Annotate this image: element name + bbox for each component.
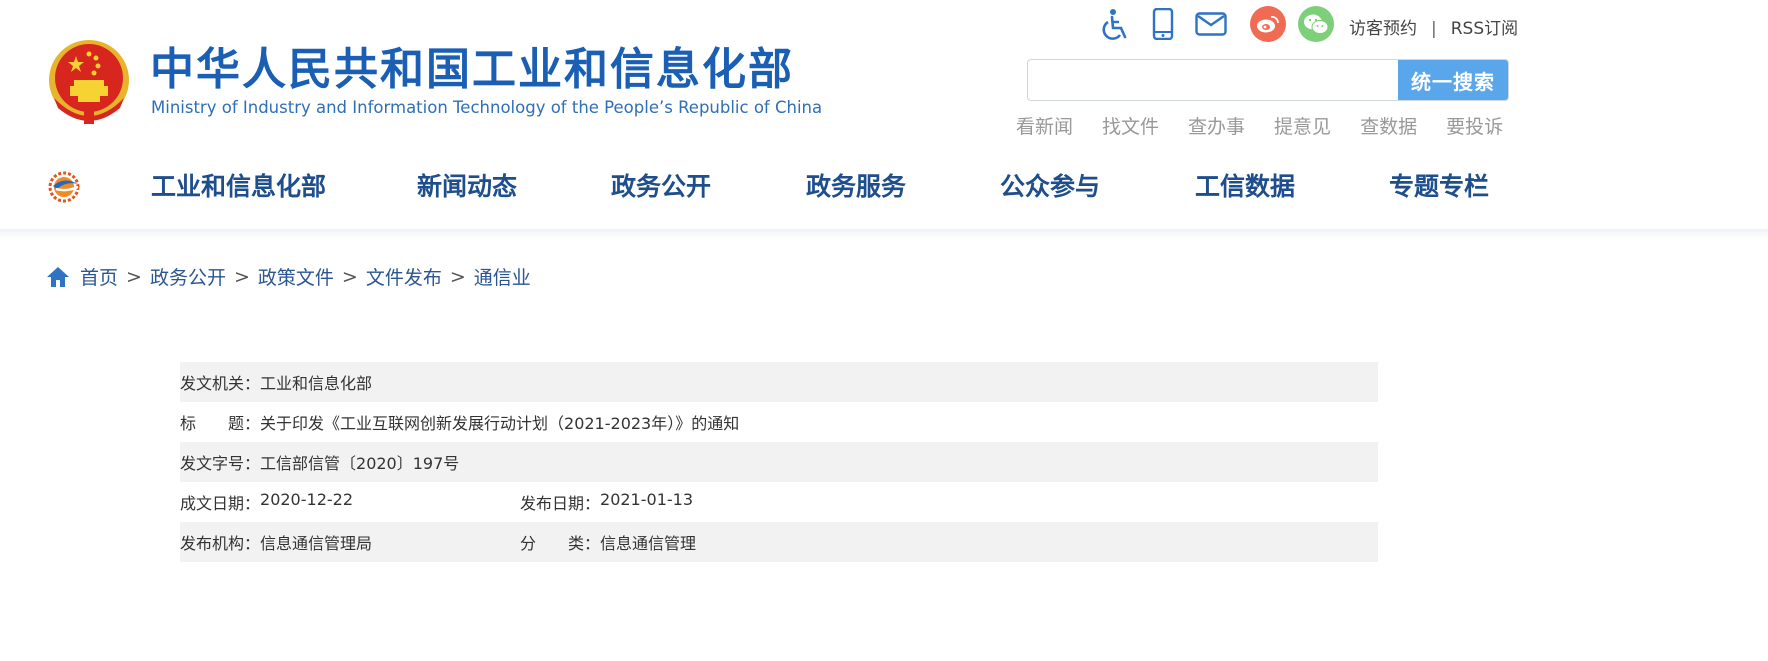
docno-label: 发文字号： bbox=[180, 454, 261, 473]
breadcrumb: 首页 > 政务公开 > 政策文件 > 文件发布 > 通信业 bbox=[46, 263, 531, 290]
title-value: 关于印发《工业互联网创新发展行动计划（2021-2023年）》的通知 bbox=[260, 414, 740, 433]
rss-link[interactable]: RSS订阅 bbox=[1451, 19, 1518, 39]
quick-link-data[interactable]: 查数据 bbox=[1360, 112, 1417, 139]
info-row-dates: 成文日期： 2020-12-22 发布日期： 2021-01-13 bbox=[180, 482, 1378, 522]
mail-icon[interactable] bbox=[1194, 7, 1228, 41]
published-date-value: 2021-01-13 bbox=[600, 490, 693, 509]
breadcrumb-gov-affairs[interactable]: 政务公开 bbox=[150, 263, 226, 290]
issuer-value: 工业和信息化部 bbox=[260, 374, 373, 393]
nav-divider bbox=[0, 229, 1768, 239]
site-subtitle: Ministry of Industry and Information Tec… bbox=[151, 98, 823, 117]
breadcrumb-separator: > bbox=[233, 265, 250, 288]
written-date-label: 成文日期： bbox=[180, 494, 261, 513]
breadcrumb-separator: > bbox=[341, 265, 358, 288]
title-label: 标 题： bbox=[180, 414, 261, 433]
top-icon-bar bbox=[1098, 6, 1346, 42]
wechat-icon[interactable] bbox=[1298, 6, 1334, 42]
nav-item-special-topics[interactable]: 专题专栏 bbox=[1389, 170, 1489, 204]
nav-item-gov-services[interactable]: 政务服务 bbox=[806, 170, 906, 204]
info-row-title: 标 题： 关于印发《工业互联网创新发展行动计划（2021-2023年）》的通知 bbox=[180, 402, 1378, 442]
quick-link-news[interactable]: 看新闻 bbox=[1016, 112, 1073, 139]
nav-item-miit[interactable]: 工业和信息化部 bbox=[151, 170, 326, 204]
quick-links: 看新闻 找文件 查办事 提意见 查数据 要投诉 bbox=[1016, 112, 1532, 139]
site-title: 中华人民共和国工业和信息化部 bbox=[150, 44, 794, 95]
top-links: 访客预约 | RSS订阅 bbox=[1349, 14, 1518, 39]
national-emblem-logo bbox=[49, 40, 129, 124]
breadcrumb-home[interactable]: 首页 bbox=[80, 263, 118, 290]
published-date-label: 发布日期： bbox=[520, 494, 601, 513]
written-date-value: 2020-12-22 bbox=[260, 490, 353, 509]
category-label: 分 类： bbox=[520, 534, 601, 553]
home-icon[interactable] bbox=[46, 266, 70, 288]
miit-logo-icon[interactable] bbox=[44, 170, 84, 204]
org-label: 发布机构： bbox=[180, 534, 261, 553]
info-row-org: 发布机构： 信息通信管理局 分 类： 信息通信管理 bbox=[180, 522, 1378, 562]
mobile-icon[interactable] bbox=[1146, 7, 1180, 41]
breadcrumb-telecom[interactable]: 通信业 bbox=[474, 263, 531, 290]
top-link-separator: | bbox=[1431, 19, 1437, 39]
nav-item-news[interactable]: 新闻动态 bbox=[417, 170, 517, 204]
info-row-docno: 发文字号： 工信部信管〔2020〕197号 bbox=[180, 442, 1378, 482]
search-input[interactable] bbox=[1029, 61, 1395, 99]
category-value: 信息通信管理 bbox=[600, 534, 697, 553]
issuer-label: 发文机关： bbox=[180, 374, 261, 393]
nav-item-public-participation[interactable]: 公众参与 bbox=[1000, 170, 1100, 204]
docno-value: 工信部信管〔2020〕197号 bbox=[260, 454, 460, 473]
breadcrumb-separator: > bbox=[449, 265, 466, 288]
weibo-icon[interactable] bbox=[1250, 6, 1286, 42]
breadcrumb-policy-docs[interactable]: 政策文件 bbox=[258, 263, 334, 290]
quick-link-feedback[interactable]: 提意见 bbox=[1274, 112, 1331, 139]
org-value: 信息通信管理局 bbox=[260, 534, 373, 553]
nav-item-data[interactable]: 工信数据 bbox=[1195, 170, 1295, 204]
breadcrumb-separator: > bbox=[126, 265, 142, 288]
accessibility-icon[interactable] bbox=[1098, 7, 1132, 41]
quick-link-services[interactable]: 查办事 bbox=[1188, 112, 1245, 139]
quick-link-files[interactable]: 找文件 bbox=[1102, 112, 1159, 139]
search-button[interactable]: 统一搜索 bbox=[1398, 60, 1508, 100]
info-row-issuer: 发文机关： 工业和信息化部 bbox=[180, 362, 1378, 402]
visitor-appointment-link[interactable]: 访客预约 bbox=[1349, 19, 1417, 39]
breadcrumb-doc-release[interactable]: 文件发布 bbox=[366, 263, 442, 290]
document-info-table: 发文机关： 工业和信息化部 标 题： 关于印发《工业互联网创新发展行动计划（20… bbox=[180, 362, 1378, 562]
quick-link-complaint[interactable]: 要投诉 bbox=[1446, 112, 1503, 139]
nav-item-gov-affairs[interactable]: 政务公开 bbox=[611, 170, 711, 204]
